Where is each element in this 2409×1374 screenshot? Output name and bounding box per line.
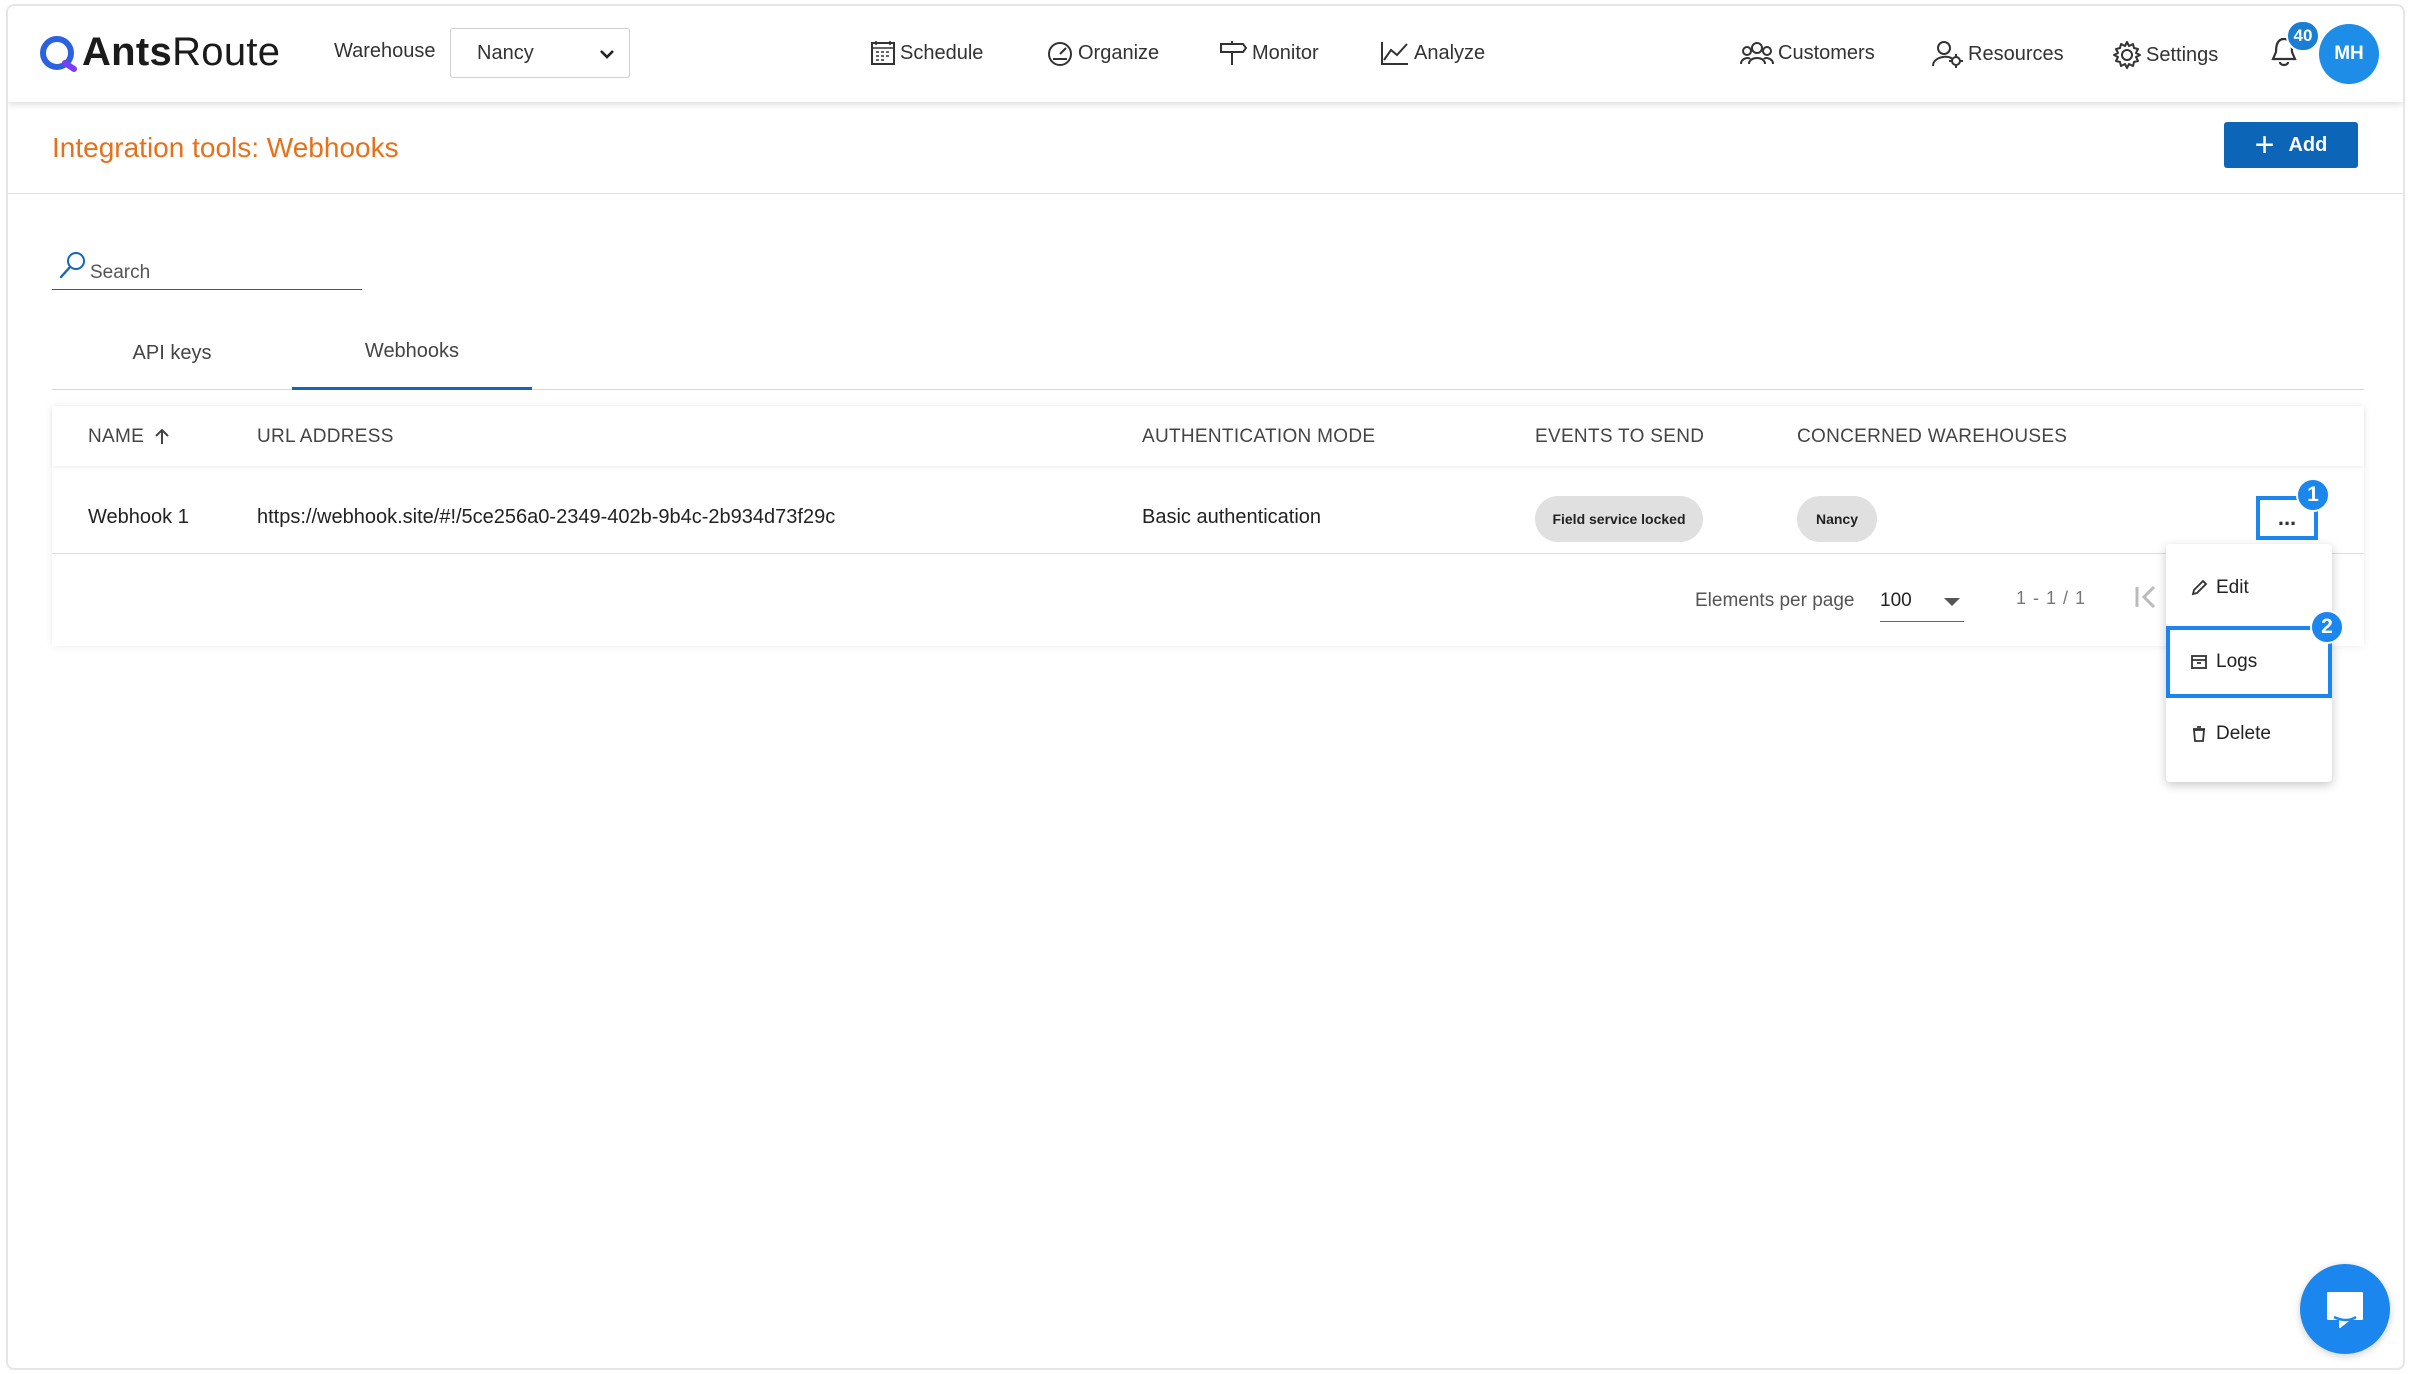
app-logo[interactable]: AntsRoute (38, 30, 280, 75)
nav-analyze[interactable]: Analyze (1380, 40, 1485, 66)
column-header-url: URL ADDRESS (257, 426, 394, 447)
elements-per-page-select[interactable]: 100 (1880, 584, 1964, 622)
first-page-icon[interactable] (2132, 582, 2162, 612)
logo-text: AntsRoute (82, 30, 281, 74)
nav-settings[interactable]: Settings (2112, 40, 2218, 70)
webhook-name: Webhook 1 (88, 506, 189, 528)
column-header-name-label: NAME (88, 426, 145, 447)
step-marker-1: 1 (2296, 478, 2330, 512)
add-button[interactable]: + Add (2224, 122, 2358, 168)
page-title: Integration tools: Webhooks (52, 132, 399, 163)
step-marker-2: 2 (2310, 610, 2344, 644)
event-chip: Field service locked (1535, 496, 1703, 542)
customers-icon (1740, 42, 1774, 65)
plus-icon: + (2254, 126, 2275, 164)
tab-webhooks[interactable]: Webhooks (292, 316, 532, 390)
pagination-range: 1 - 1 / 1 (2016, 588, 2087, 608)
warehouse-label: Warehouse (334, 40, 436, 62)
nav-resources-label: Resources (1968, 42, 2064, 65)
table-row[interactable]: Webhook 1 https://webhook.site/#!/5ce256… (52, 484, 2364, 554)
nav-monitor[interactable]: Monitor (1218, 40, 1319, 66)
resources-icon (1932, 41, 1963, 68)
chart-icon (1381, 42, 1408, 65)
webhook-auth-mode: Basic authentication (1142, 506, 1322, 528)
nav-resources[interactable]: Resources (1932, 40, 2064, 68)
webhooks-table: NAME URL ADDRESS AUTHENTICATION MODE EVE… (52, 406, 2364, 646)
column-header-events: EVENTS TO SEND (1535, 426, 1705, 447)
user-avatar[interactable]: MH (2319, 24, 2379, 84)
logo-icon (40, 35, 77, 72)
elements-per-page-label: Elements per page (1695, 590, 1855, 611)
menu-item-edit[interactable]: Edit (2166, 558, 2332, 618)
nav-schedule-label: Schedule (900, 41, 984, 64)
menu-item-delete[interactable]: Delete (2166, 704, 2332, 764)
webhook-url: https://webhook.site/#!/5ce256a0-2349-40… (257, 506, 836, 528)
notification-count-badge: 40 (2286, 20, 2320, 52)
nav-customers[interactable]: Customers (1740, 40, 1875, 66)
pencil-icon (2191, 579, 2208, 596)
warehouse-select[interactable]: Nancy (450, 28, 630, 78)
tab-bar: API keys Webhooks (52, 316, 2364, 390)
column-header-auth: AUTHENTICATION MODE (1142, 426, 1376, 447)
nav-settings-label: Settings (2146, 43, 2219, 66)
menu-item-edit-label: Edit (2216, 577, 2249, 598)
row-actions-menu: Edit Logs Delete (2166, 544, 2332, 782)
archive-icon (2191, 655, 2207, 669)
column-header-name[interactable]: NAME (88, 426, 172, 448)
tab-api-keys[interactable]: API keys (52, 316, 292, 390)
column-header-warehouses: CONCERNED WAREHOUSES (1797, 426, 2068, 447)
search-input[interactable] (90, 262, 350, 284)
trash-icon (2193, 726, 2205, 742)
app-frame: AntsRoute Warehouse Nancy Schedule Organ… (6, 4, 2405, 1370)
search-field (52, 246, 362, 290)
gauge-icon (1048, 42, 1072, 66)
arrow-up-icon (155, 428, 169, 444)
top-navigation-bar: AntsRoute Warehouse Nancy Schedule Organ… (8, 6, 2403, 102)
chevron-down-icon (600, 50, 614, 59)
nav-customers-label: Customers (1778, 41, 1875, 64)
elements-per-page-value: 100 (1880, 590, 1912, 611)
gear-icon (2113, 41, 2141, 69)
warehouse-select-value: Nancy (477, 41, 534, 64)
menu-item-logs[interactable]: Logs (2166, 626, 2332, 698)
nav-monitor-label: Monitor (1252, 41, 1319, 64)
signpost-icon (1220, 41, 1248, 65)
warehouse-chip: Nancy (1797, 496, 1877, 542)
nav-analyze-label: Analyze (1414, 41, 1486, 64)
page-header: Integration tools: Webhooks + Add (8, 102, 2403, 194)
nav-organize[interactable]: Organize (1046, 40, 1159, 66)
nav-organize-label: Organize (1078, 41, 1160, 64)
caret-down-icon (1944, 598, 1960, 606)
calendar-icon (871, 41, 895, 65)
chat-button[interactable] (2300, 1264, 2390, 1354)
nav-schedule[interactable]: Schedule (870, 40, 983, 66)
add-button-label: Add (2288, 133, 2328, 156)
menu-item-delete-label: Delete (2216, 723, 2271, 744)
chat-bubble-icon (2327, 1292, 2363, 1328)
table-header: NAME URL ADDRESS AUTHENTICATION MODE EVE… (52, 406, 2364, 466)
menu-item-logs-label: Logs (2216, 651, 2258, 672)
search-icon (59, 252, 85, 279)
